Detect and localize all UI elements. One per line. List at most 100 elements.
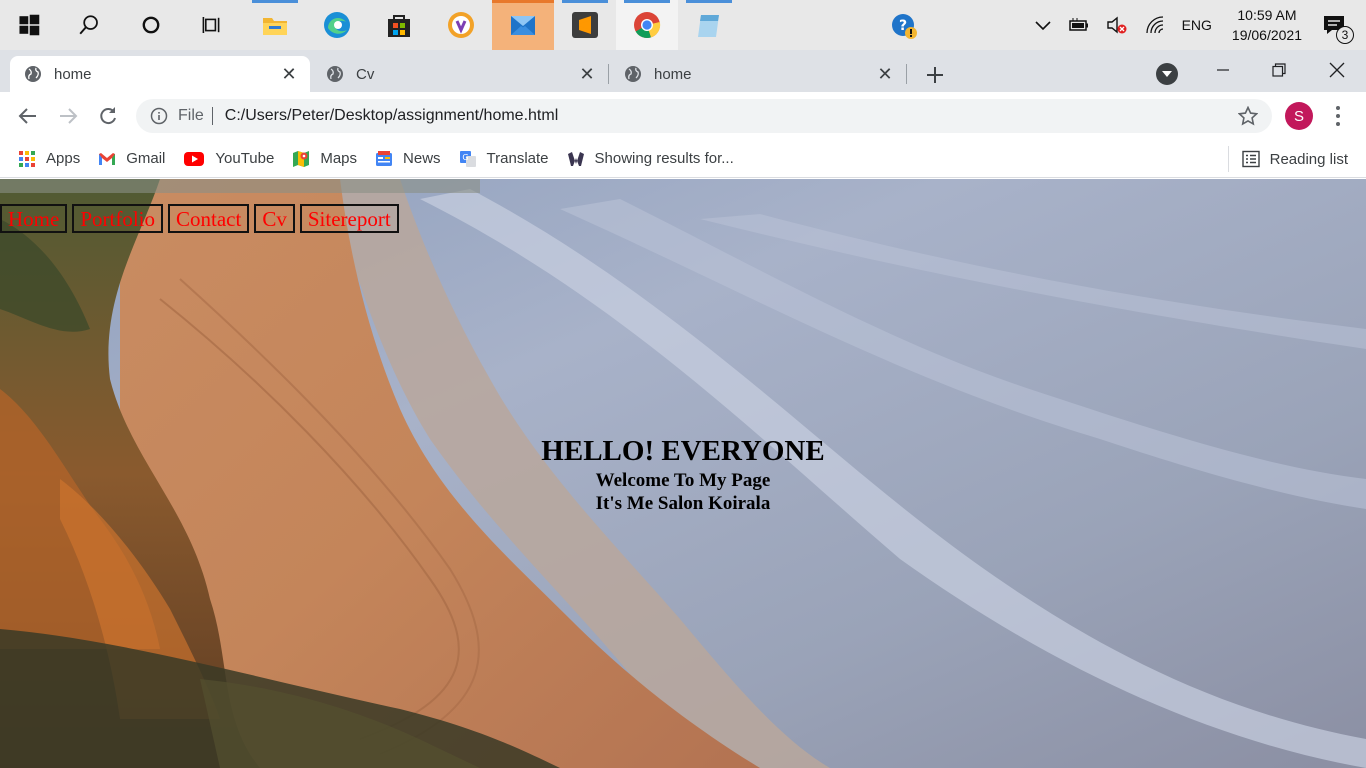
tab-home-active[interactable]: home ✕	[10, 56, 310, 92]
globe-icon	[25, 66, 41, 82]
reading-list-label: Reading list	[1269, 150, 1348, 168]
info-icon[interactable]	[150, 107, 168, 125]
tab-search-button[interactable]	[1156, 63, 1178, 85]
profile-avatar[interactable]: S	[1285, 102, 1313, 130]
shield-app-icon	[448, 12, 474, 38]
minimize-button[interactable]	[1194, 50, 1252, 90]
bookmark-gmail[interactable]: Gmail	[98, 150, 165, 168]
start-button[interactable]	[0, 0, 58, 50]
help-tray-icon[interactable]: ?	[890, 12, 918, 40]
action-center-button[interactable]: 3	[1314, 0, 1366, 50]
menu-dot	[1336, 106, 1340, 110]
tab-title: Cv	[356, 65, 375, 83]
bookmark-apps[interactable]: Apps	[18, 150, 80, 168]
reload-button[interactable]	[94, 102, 122, 130]
gmail-icon	[99, 152, 116, 165]
nav-link-home[interactable]: Home	[0, 204, 68, 233]
tab-cv[interactable]: Cv ✕	[312, 56, 608, 92]
forward-arrow-icon	[60, 108, 78, 124]
store-taskbar[interactable]	[368, 0, 430, 50]
bookmark-label: News	[403, 150, 441, 167]
edge-icon	[324, 12, 350, 38]
volume-tray[interactable]	[1098, 0, 1136, 50]
youtube-icon	[184, 151, 205, 166]
nav-link-contact[interactable]: Contact	[168, 204, 250, 233]
chrome-menu-button[interactable]	[1330, 104, 1346, 128]
bookmark-label: Showing results for...	[594, 150, 734, 167]
wifi-icon	[1145, 16, 1163, 34]
close-window-button[interactable]	[1308, 50, 1366, 90]
reload-icon	[100, 107, 116, 125]
tab-title: home	[654, 65, 692, 83]
apps-grid-icon	[19, 150, 35, 167]
nav-link-cv[interactable]: Cv	[254, 204, 295, 233]
mail-icon	[511, 16, 535, 35]
svg-text:G: G	[462, 153, 468, 162]
battery-tray[interactable]	[1060, 0, 1098, 50]
bookmark-showing-results[interactable]: Showing results for...	[567, 150, 734, 168]
wifi-tray[interactable]	[1136, 0, 1174, 50]
clock-date: 19/06/2021	[1231, 27, 1302, 43]
menu-dot	[1336, 114, 1340, 118]
close-icon	[1329, 62, 1345, 78]
windows-taskbar: ? ENG 10:59 AM 19/06/2021 3	[0, 0, 1366, 50]
reading-list-button[interactable]: Reading list	[1241, 140, 1348, 178]
sublime-taskbar[interactable]	[554, 0, 616, 50]
bookmark-label: YouTube	[215, 150, 275, 167]
forward-button[interactable]	[54, 102, 82, 130]
nav-link-portfolio[interactable]: Portfolio	[72, 204, 163, 233]
windows-logo-icon	[19, 14, 40, 36]
restore-button[interactable]	[1250, 50, 1308, 90]
notepad-taskbar[interactable]	[678, 0, 740, 50]
browser-tab-strip: home ✕ Cv ✕ home ✕	[0, 50, 1366, 92]
tab-close-icon[interactable]: ✕	[578, 64, 596, 84]
minimize-icon	[1217, 69, 1229, 71]
web-page-content: Home Portfolio Contact Cv Sitereport HEL…	[0, 179, 1366, 768]
bookmark-label: Gmail	[126, 150, 166, 167]
tab-title: home	[54, 65, 92, 83]
bookmarks-separator	[1228, 146, 1229, 172]
back-button[interactable]	[14, 102, 42, 130]
battery-icon	[1068, 18, 1088, 31]
bookmark-translate[interactable]: G Translate	[459, 150, 549, 168]
menu-dot	[1336, 122, 1340, 126]
search-button[interactable]	[58, 0, 120, 50]
bookmark-maps[interactable]: Maps	[292, 150, 357, 168]
chrome-taskbar[interactable]	[616, 0, 678, 50]
bookmark-label: Maps	[320, 150, 358, 167]
chrome-icon	[634, 12, 661, 39]
bookmark-star-icon[interactable]	[1238, 106, 1258, 126]
bookmark-news[interactable]: News	[375, 150, 441, 168]
maps-icon	[293, 150, 310, 167]
globe-icon	[625, 66, 641, 82]
news-icon	[376, 150, 393, 166]
bookmark-youtube[interactable]: YouTube	[183, 150, 274, 168]
cortana-button[interactable]	[120, 0, 182, 50]
tab-close-icon[interactable]: ✕	[280, 64, 298, 84]
clock-time: 10:59 AM	[1237, 7, 1297, 23]
address-bar[interactable]: File C:/Users/Peter/Desktop/assignment/h…	[136, 99, 1272, 133]
globe-icon	[327, 66, 343, 82]
tab-close-icon[interactable]: ✕	[876, 64, 894, 84]
edge-taskbar[interactable]	[306, 0, 368, 50]
volume-muted-icon	[1106, 16, 1127, 34]
cortana-icon	[142, 16, 160, 34]
file-explorer-taskbar[interactable]	[244, 0, 306, 50]
bookmarks-bar: Apps Gmail YouTube Maps News G Translate…	[0, 140, 1366, 178]
tab-home-2[interactable]: home ✕	[610, 56, 906, 92]
chevron-up-icon	[1035, 21, 1051, 31]
system-clock[interactable]: 10:59 AM 19/06/2021	[1220, 5, 1314, 45]
mail-taskbar[interactable]	[492, 0, 554, 50]
bookmark-label: Translate	[486, 150, 549, 167]
url-text: C:/Users/Peter/Desktop/assignment/home.h…	[224, 107, 559, 124]
nav-link-sitereport[interactable]: Sitereport	[299, 204, 399, 233]
reading-list-icon	[1241, 150, 1260, 168]
show-hidden-icons[interactable]	[1026, 0, 1060, 50]
site-icon	[567, 151, 584, 166]
new-tab-button[interactable]	[920, 60, 950, 90]
task-view-button[interactable]	[182, 0, 244, 50]
site-navigation: Home Portfolio Contact Cv Sitereport	[0, 204, 404, 233]
language-indicator[interactable]: ENG	[1174, 0, 1220, 50]
back-arrow-icon	[18, 108, 36, 124]
vpn-app-taskbar[interactable]	[430, 0, 492, 50]
